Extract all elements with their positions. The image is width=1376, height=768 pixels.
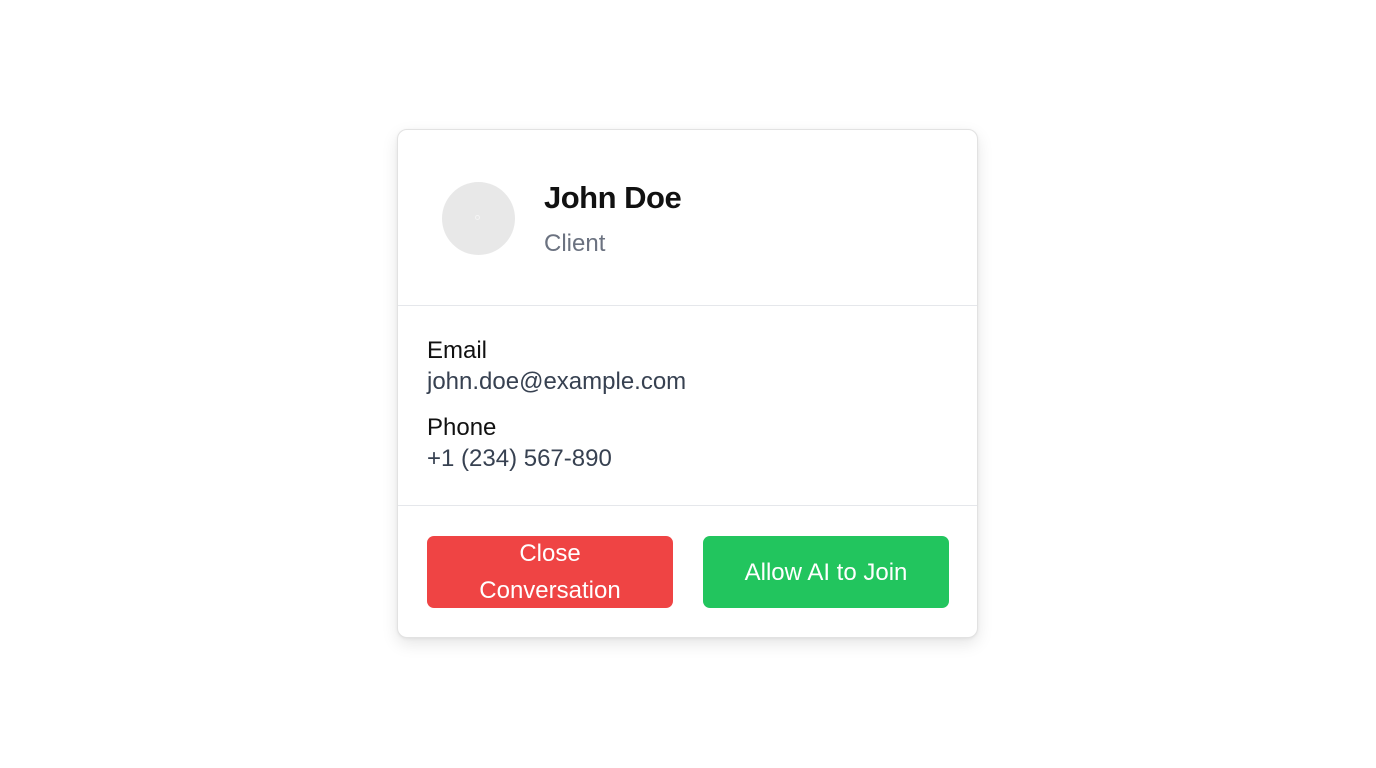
contact-role: Client — [544, 230, 606, 257]
phone-value: +1 (234) 567-890 — [427, 445, 612, 472]
contact-details: Email john.doe@example.com Phone +1 (234… — [398, 306, 977, 506]
user-avatar-icon — [475, 215, 480, 220]
contact-name: John Doe — [544, 180, 682, 215]
email-value: john.doe@example.com — [427, 368, 687, 395]
close-conversation-button[interactable]: Close Conversation — [427, 536, 673, 608]
allow-ai-join-button[interactable]: Allow AI to Join — [703, 536, 949, 608]
avatar — [442, 182, 515, 255]
phone-label: Phone — [427, 414, 497, 441]
contact-card: John Doe Client Email john.doe@example.c… — [397, 129, 978, 638]
contact-header: John Doe Client — [398, 130, 977, 306]
email-label: Email — [427, 337, 488, 364]
